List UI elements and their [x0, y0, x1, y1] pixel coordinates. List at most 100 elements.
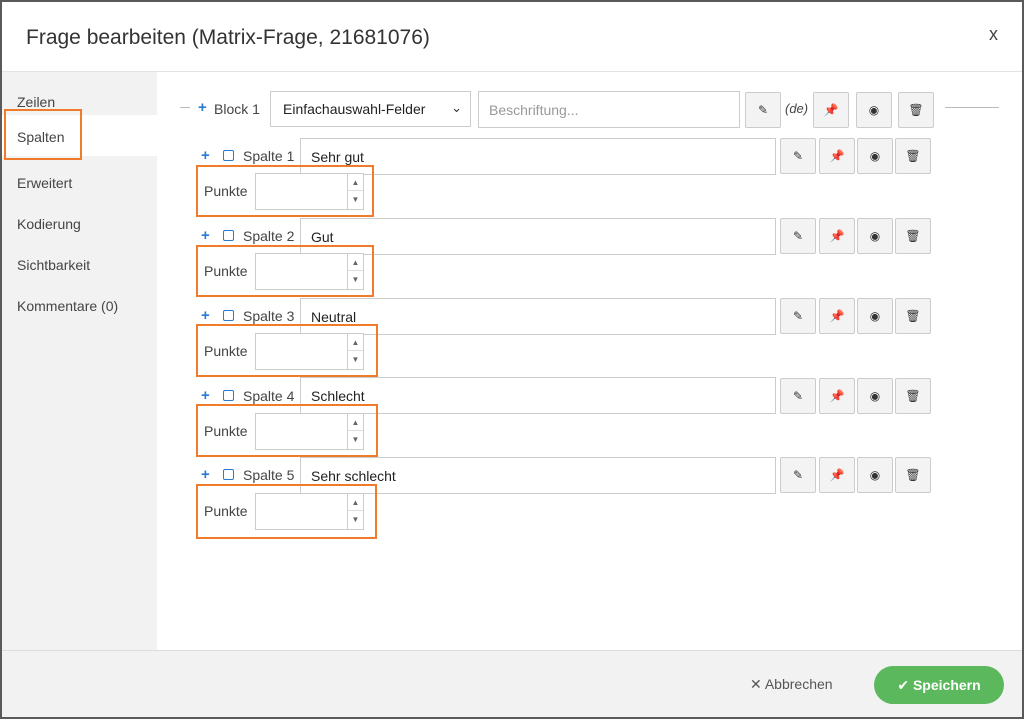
- points-input[interactable]: ▲ ▼: [255, 173, 364, 210]
- column-checkbox[interactable]: [223, 230, 234, 241]
- column-pin-button[interactable]: 📌: [819, 138, 855, 174]
- spin-up-icon[interactable]: ▲: [348, 414, 363, 431]
- trash-icon: 🗑: [905, 229, 921, 243]
- block-type-value: Einfachauswahl-Felder: [283, 101, 426, 117]
- column-delete-button[interactable]: 🗑: [895, 218, 931, 254]
- sidebar-item-sichtbarkeit[interactable]: Sichtbarkeit: [2, 243, 157, 284]
- points-input[interactable]: ▲ ▼: [255, 413, 364, 450]
- column-checkbox[interactable]: [223, 310, 234, 321]
- column-label: Spalte 4: [243, 388, 295, 404]
- sidebar-item-kommentare[interactable]: Kommentare (0): [2, 284, 157, 325]
- column-pin-button[interactable]: 📌: [819, 457, 855, 493]
- spalten-highlight: [4, 109, 82, 160]
- column-label: Spalte 5: [243, 467, 295, 483]
- block-pin-button[interactable]: 📌: [813, 92, 849, 128]
- column-visibility-button[interactable]: ◉: [857, 457, 893, 493]
- spin-up-icon[interactable]: ▲: [348, 334, 363, 351]
- close-button[interactable]: x: [989, 24, 998, 45]
- points-input[interactable]: ▲ ▼: [255, 493, 364, 530]
- points-spinner: ▲ ▼: [347, 494, 363, 529]
- pencil-icon: ✎: [792, 309, 804, 323]
- points-spinner: ▲ ▼: [347, 174, 363, 209]
- pin-icon: 📌: [829, 389, 845, 403]
- dialog-title: Frage bearbeiten (Matrix-Frage, 21681076…: [26, 26, 430, 49]
- column-delete-button[interactable]: 🗑: [895, 378, 931, 414]
- points-label: Punkte: [204, 423, 248, 439]
- column-visibility-button[interactable]: ◉: [857, 298, 893, 334]
- add-column-icon[interactable]: +: [201, 466, 210, 483]
- trash-icon: 🗑: [908, 103, 924, 117]
- column-label: Spalte 3: [243, 308, 295, 324]
- column-label: Spalte 1: [243, 148, 295, 164]
- column-delete-button[interactable]: 🗑: [895, 138, 931, 174]
- block-label: Block 1: [214, 101, 260, 117]
- pencil-icon: ✎: [757, 103, 769, 117]
- column-pin-button[interactable]: 📌: [819, 378, 855, 414]
- column-pin-button[interactable]: 📌: [819, 298, 855, 334]
- spin-down-icon[interactable]: ▼: [348, 431, 363, 448]
- pencil-icon: ✎: [792, 468, 804, 482]
- pin-icon: 📌: [829, 468, 845, 482]
- column-checkbox[interactable]: [223, 150, 234, 161]
- points-label: Punkte: [204, 343, 248, 359]
- column-delete-button[interactable]: 🗑: [895, 457, 931, 493]
- block-visibility-button[interactable]: ◉: [856, 92, 892, 128]
- column-visibility-button[interactable]: ◉: [857, 378, 893, 414]
- eye-icon: ◉: [869, 389, 881, 403]
- block-type-select[interactable]: Einfachauswahl-Felder ⌄: [270, 91, 471, 127]
- points-label: Punkte: [204, 183, 248, 199]
- edit-question-dialog: Frage bearbeiten (Matrix-Frage, 21681076…: [0, 0, 1024, 719]
- eye-icon: ◉: [869, 468, 881, 482]
- block-caption-input[interactable]: Beschriftung...: [478, 91, 740, 128]
- points-input[interactable]: ▲ ▼: [255, 253, 364, 290]
- column-edit-button[interactable]: ✎: [780, 457, 816, 493]
- cancel-button[interactable]: ✕ Abbrechen: [750, 676, 833, 693]
- trash-icon: 🗑: [905, 309, 921, 323]
- spin-down-icon[interactable]: ▼: [348, 271, 363, 288]
- spin-down-icon[interactable]: ▼: [348, 511, 363, 528]
- spin-up-icon[interactable]: ▲: [348, 174, 363, 191]
- column-visibility-button[interactable]: ◉: [857, 138, 893, 174]
- sidebar-item-kodierung[interactable]: Kodierung: [2, 202, 157, 243]
- block-delete-button[interactable]: 🗑: [898, 92, 934, 128]
- column-delete-button[interactable]: 🗑: [895, 298, 931, 334]
- pin-icon: 📌: [829, 309, 845, 323]
- column-edit-button[interactable]: ✎: [780, 138, 816, 174]
- add-column-icon[interactable]: +: [201, 307, 210, 324]
- eye-icon: ◉: [869, 229, 881, 243]
- eye-icon: ◉: [869, 149, 881, 163]
- spin-up-icon[interactable]: ▲: [348, 254, 363, 271]
- points-label: Punkte: [204, 263, 248, 279]
- spin-down-icon[interactable]: ▼: [348, 351, 363, 368]
- add-column-icon[interactable]: +: [201, 227, 210, 244]
- column-edit-button[interactable]: ✎: [780, 378, 816, 414]
- spin-down-icon[interactable]: ▼: [348, 191, 363, 208]
- column-edit-button[interactable]: ✎: [780, 218, 816, 254]
- spin-up-icon[interactable]: ▲: [348, 494, 363, 511]
- eye-icon: ◉: [869, 309, 881, 323]
- column-edit-button[interactable]: ✎: [780, 298, 816, 334]
- save-button[interactable]: ✔ Speichern: [874, 666, 1004, 704]
- points-spinner: ▲ ▼: [347, 254, 363, 289]
- column-pin-button[interactable]: 📌: [819, 218, 855, 254]
- sidebar-item-erweitert[interactable]: Erweitert: [2, 161, 157, 202]
- eye-icon: ◉: [868, 103, 880, 117]
- pencil-icon: ✎: [792, 389, 804, 403]
- column-checkbox[interactable]: [223, 390, 234, 401]
- column-visibility-button[interactable]: ◉: [857, 218, 893, 254]
- block-edit-button[interactable]: ✎: [745, 92, 781, 128]
- add-column-icon[interactable]: +: [201, 387, 210, 404]
- add-block-icon[interactable]: +: [198, 99, 207, 116]
- dialog-header: Frage bearbeiten (Matrix-Frage, 21681076…: [2, 2, 1022, 72]
- column-checkbox[interactable]: [223, 469, 234, 480]
- pencil-icon: ✎: [792, 229, 804, 243]
- pin-icon: 📌: [829, 229, 845, 243]
- points-label: Punkte: [204, 503, 248, 519]
- add-column-icon[interactable]: +: [201, 147, 210, 164]
- trash-icon: 🗑: [905, 149, 921, 163]
- trash-icon: 🗑: [905, 468, 921, 482]
- pin-icon: 📌: [823, 103, 839, 117]
- points-input[interactable]: ▲ ▼: [255, 333, 364, 370]
- points-spinner: ▲ ▼: [347, 414, 363, 449]
- pin-icon: 📌: [829, 149, 845, 163]
